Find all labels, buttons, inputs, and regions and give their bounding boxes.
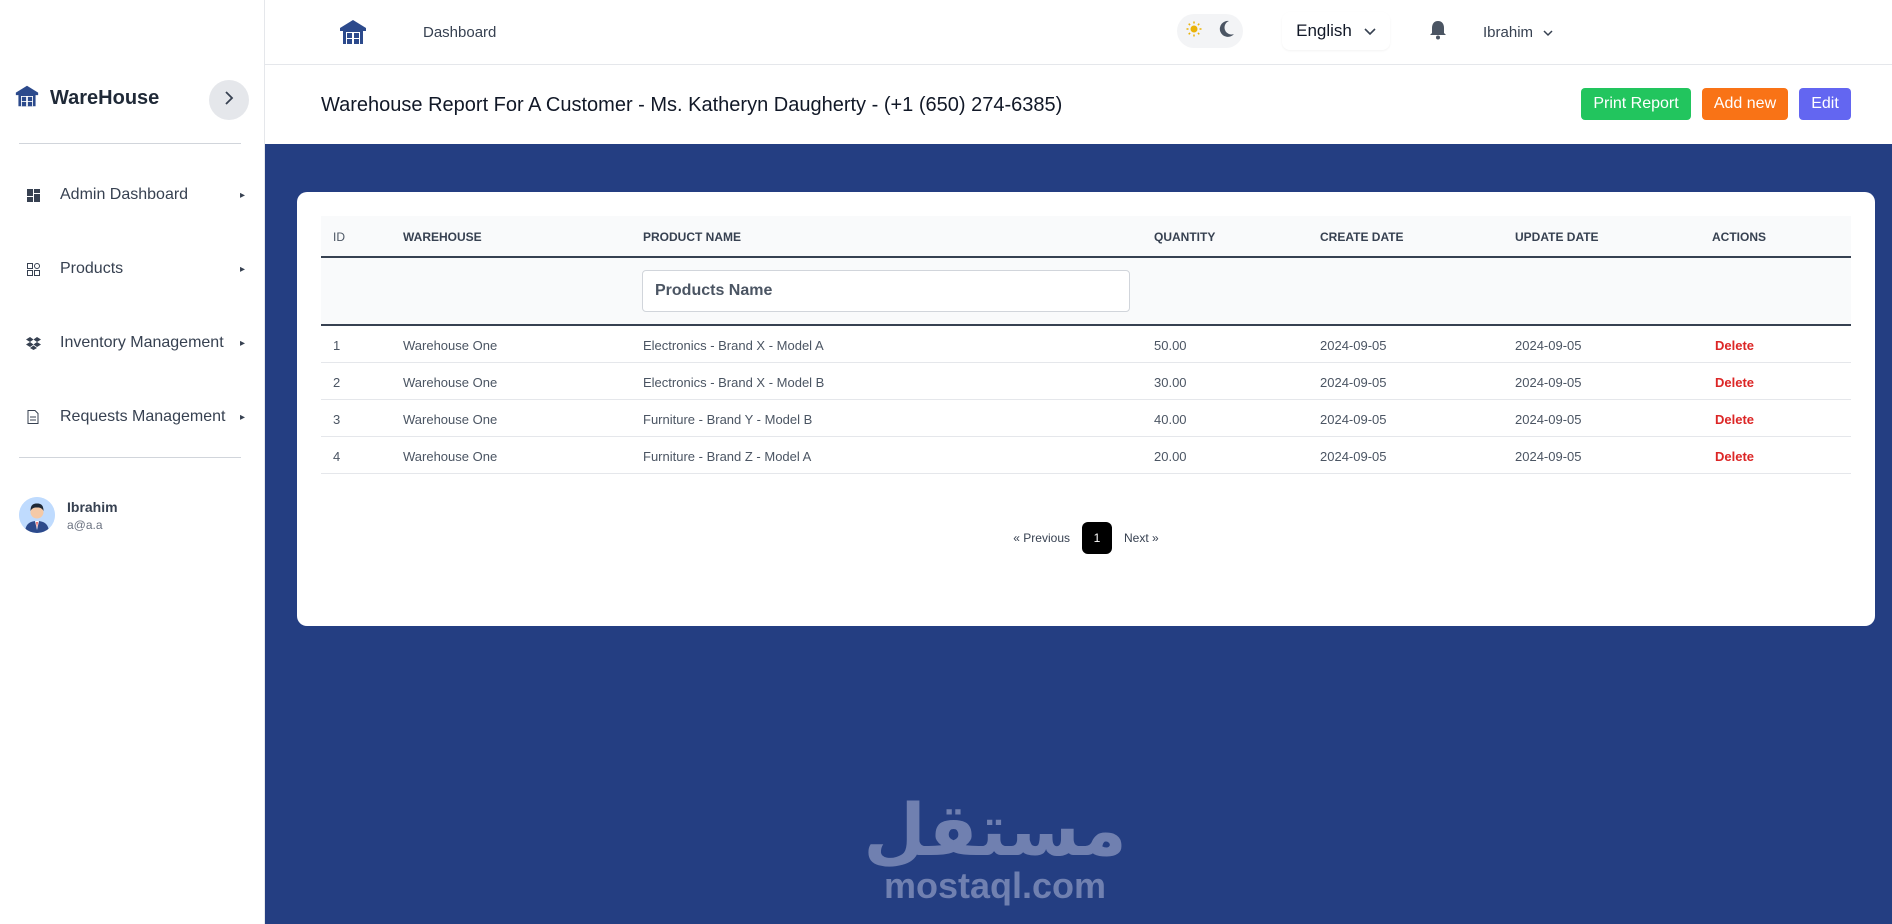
apps-icon — [25, 261, 41, 277]
table-header: ID WAREHOUSE PRODUCT NAME QUANTITY CREAT… — [321, 216, 1851, 258]
sidebar-item-requests-management[interactable]: Requests Management ▸ — [0, 397, 265, 437]
sidebar-item-products[interactable]: Products ▸ — [0, 249, 265, 289]
sidebar-user-info: Ibrahim a@a.a — [67, 499, 118, 532]
theme-toggle[interactable] — [1177, 14, 1243, 48]
chevron-right-icon — [224, 90, 234, 110]
caret-right-icon: ▸ — [240, 337, 246, 349]
report-card: ID WAREHOUSE PRODUCT NAME QUANTITY CREAT… — [297, 192, 1875, 626]
cell-update-date: 2024-09-05 — [1515, 412, 1582, 427]
language-label: English — [1296, 21, 1352, 40]
cell-product-name: Electronics - Brand X - Model B — [643, 375, 825, 390]
cell-update-date: 2024-09-05 — [1515, 338, 1582, 353]
pagination-previous-link[interactable]: « Previous — [1013, 531, 1070, 545]
brand[interactable]: WareHouse — [14, 84, 159, 113]
page-title: Warehouse Report For A Customer - Ms. Ka… — [321, 94, 1063, 116]
language-selector[interactable]: English — [1282, 12, 1390, 50]
caret-right-icon: ▸ — [240, 263, 246, 275]
table-row: 2 Warehouse One Electronics - Brand X - … — [321, 363, 1851, 400]
sidebar-user-name: Ibrahim — [67, 498, 118, 515]
sidebar-item-inventory-management[interactable]: Inventory Management ▸ — [0, 323, 265, 363]
sidebar-item-label: Admin Dashboard — [60, 186, 189, 203]
sidebar-user[interactable]: Ibrahim a@a.a — [19, 497, 118, 533]
top-bar: Dashboard English Ibrahim — [0, 0, 1892, 65]
cell-quantity: 40.00 — [1154, 412, 1187, 427]
watermark-latin: mostaql.com — [883, 865, 1107, 906]
sidebar-divider — [19, 457, 241, 458]
cell-create-date: 2024-09-05 — [1320, 449, 1387, 464]
dashboard-link[interactable]: Dashboard — [423, 24, 496, 41]
cell-warehouse: Warehouse One — [403, 412, 498, 427]
delete-button[interactable]: Delete — [1715, 338, 1754, 353]
cell-warehouse: Warehouse One — [403, 449, 498, 464]
cell-create-date: 2024-09-05 — [1320, 338, 1387, 353]
cell-product-name: Furniture - Brand Z - Model A — [643, 449, 812, 464]
report-table: ID WAREHOUSE PRODUCT NAME QUANTITY CREAT… — [321, 216, 1851, 474]
warehouse-logo-icon[interactable] — [338, 18, 368, 51]
watermark: مستقل mostaql.com — [830, 794, 1160, 904]
add-new-button[interactable]: Add new — [1702, 88, 1788, 120]
print-report-button[interactable]: Print Report — [1581, 88, 1691, 120]
document-icon — [25, 409, 41, 425]
pagination: « Previous 1 Next » — [297, 522, 1875, 554]
column-header-product-name[interactable]: PRODUCT NAME — [643, 230, 741, 244]
user-menu[interactable]: Ibrahim — [1483, 24, 1553, 41]
sidebar-item-label: Requests Management — [60, 408, 226, 425]
chevron-down-icon — [1543, 24, 1553, 41]
cell-warehouse: Warehouse One — [403, 338, 498, 353]
cell-id: 1 — [333, 338, 341, 353]
column-header-quantity[interactable]: QUANTITY — [1154, 230, 1215, 244]
table-row: 3 Warehouse One Furniture - Brand Y - Mo… — [321, 400, 1851, 437]
page-header: Warehouse Report For A Customer - Ms. Ka… — [265, 65, 1892, 144]
edit-button[interactable]: Edit — [1799, 88, 1851, 120]
cell-create-date: 2024-09-05 — [1320, 412, 1387, 427]
cell-quantity: 20.00 — [1154, 449, 1187, 464]
pagination-current-page[interactable]: 1 — [1082, 522, 1112, 554]
caret-right-icon: ▸ — [240, 189, 246, 201]
notification-bell-icon[interactable] — [1429, 20, 1447, 45]
sun-icon[interactable] — [1186, 21, 1202, 42]
sidebar-divider — [19, 143, 241, 144]
sidebar-item-admin-dashboard[interactable]: Admin Dashboard ▸ — [0, 175, 265, 215]
dashboard-grid-icon — [25, 187, 41, 203]
moon-icon[interactable] — [1219, 20, 1235, 43]
watermark-arabic: مستقل — [863, 788, 1127, 872]
column-header-warehouse[interactable]: WAREHOUSE — [403, 230, 482, 244]
warehouse-logo-icon — [14, 84, 40, 113]
table-row: 4 Warehouse One Furniture - Brand Z - Mo… — [321, 437, 1851, 474]
dropbox-icon — [25, 335, 41, 351]
cell-quantity: 50.00 — [1154, 338, 1187, 353]
sidebar: WareHouse Admin Dashboard ▸ Products ▸ I… — [0, 0, 265, 924]
table-row: 1 Warehouse One Electronics - Brand X - … — [321, 326, 1851, 363]
cell-id: 4 — [333, 449, 341, 464]
cell-update-date: 2024-09-05 — [1515, 449, 1582, 464]
cell-warehouse: Warehouse One — [403, 375, 498, 390]
cell-create-date: 2024-09-05 — [1320, 375, 1387, 390]
sidebar-item-label: Products — [60, 260, 124, 277]
main-content: ID WAREHOUSE PRODUCT NAME QUANTITY CREAT… — [265, 144, 1892, 924]
delete-button[interactable]: Delete — [1715, 375, 1754, 390]
products-name-filter-input[interactable] — [642, 270, 1130, 312]
cell-product-name: Furniture - Brand Y - Model B — [643, 412, 813, 427]
column-header-update-date[interactable]: UPDATE DATE — [1515, 230, 1599, 244]
cell-id: 3 — [333, 412, 341, 427]
column-header-id[interactable]: ID — [333, 230, 345, 244]
column-header-actions: ACTIONS — [1712, 230, 1766, 244]
user-menu-name: Ibrahim — [1483, 24, 1534, 41]
brand-name: WareHouse — [50, 87, 160, 109]
caret-right-icon: ▸ — [240, 411, 246, 423]
sidebar-user-email: a@a.a — [67, 517, 103, 532]
avatar — [19, 497, 55, 533]
delete-button[interactable]: Delete — [1715, 412, 1754, 427]
cell-id: 2 — [333, 375, 341, 390]
sidebar-item-label: Inventory Management — [60, 334, 224, 351]
column-header-create-date[interactable]: CREATE DATE — [1320, 230, 1404, 244]
delete-button[interactable]: Delete — [1715, 449, 1754, 464]
cell-quantity: 30.00 — [1154, 375, 1187, 390]
pagination-next-link[interactable]: Next » — [1124, 531, 1159, 545]
filter-row — [321, 258, 1851, 326]
sidebar-collapse-button[interactable] — [209, 80, 249, 120]
cell-product-name: Electronics - Brand X - Model A — [643, 338, 824, 353]
chevron-down-icon — [1364, 21, 1376, 41]
cell-update-date: 2024-09-05 — [1515, 375, 1582, 390]
